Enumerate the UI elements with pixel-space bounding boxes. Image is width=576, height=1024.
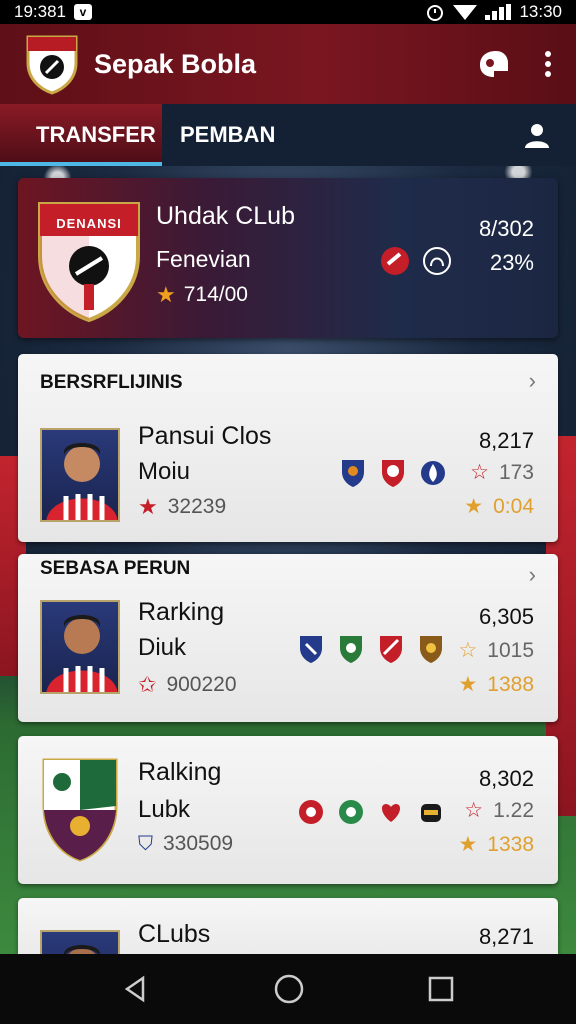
player-name: Ralking (138, 758, 222, 786)
system-nav-bar (0, 954, 576, 1024)
club-badge-icon[interactable] (338, 634, 364, 664)
app-title: Sepak Bobla (94, 48, 257, 79)
club-logo-icon (26, 35, 78, 95)
player-card[interactable]: Ralking Lubk ⛉ 330509 8,302 ☆ 1.22 ★ 133… (18, 736, 558, 884)
player-portrait (40, 428, 120, 522)
club-badge-icon[interactable] (338, 798, 364, 826)
star-outline-icon: ☆ (464, 799, 484, 822)
player-value: 8,217 (478, 428, 534, 453)
club-badge-icon[interactable] (378, 634, 404, 664)
star-icon: ★ (156, 282, 176, 307)
signal-icon (485, 4, 512, 20)
club-name: Uhdak CLub (156, 202, 295, 230)
club-badge-icon[interactable] (420, 458, 446, 488)
club-badge-icon[interactable] (298, 634, 324, 664)
whistle-icon[interactable] (476, 49, 510, 79)
home-icon[interactable] (273, 973, 305, 1005)
tab-pemban[interactable]: PEMBAN (162, 104, 293, 166)
club-value-primary: 8/302 (478, 216, 534, 241)
star-outline-icon: ✩ (138, 672, 157, 697)
club-badge-icon[interactable] (340, 458, 366, 488)
tab-pemban-label: PEMBAN (180, 122, 276, 147)
chevron-right-icon[interactable]: › (529, 368, 536, 394)
more-options-icon[interactable] (544, 50, 552, 78)
player-name: Rarking (138, 598, 225, 626)
heart-badge-icon[interactable] (378, 798, 404, 826)
player-subtitle: Diuk (138, 634, 187, 661)
player-subtitle: Lubk (138, 796, 191, 823)
player-avatar-icon (46, 615, 118, 692)
tab-transfer[interactable]: TRANSFER (0, 104, 162, 166)
player-subtitle: Moiu (138, 458, 191, 485)
star-icon: ★ (464, 495, 484, 518)
player-avatar-icon (46, 443, 118, 520)
player-card[interactable]: BERSRFLIJINIS › Pansui Clos Moiu ★ 32239… (18, 354, 558, 542)
club-badge-icon[interactable] (298, 798, 324, 826)
player-name: Pansui Clos (138, 422, 272, 450)
status-time-right: 13:30 (519, 2, 562, 21)
player-portrait (40, 930, 120, 954)
club-badge-icon[interactable] (380, 458, 406, 488)
crest-text: DENANSI (56, 216, 122, 231)
wifi-icon (453, 5, 478, 20)
club-rating: ★ 714/00 (156, 282, 248, 308)
app-bar: Sepak Bobla (0, 24, 576, 104)
status-bar: 19:381 v 13:30 (0, 0, 576, 24)
section-header: SEBASA PERUN (40, 558, 191, 579)
player-value: 8,302 (478, 766, 534, 791)
star-icon: ★ (458, 833, 478, 856)
player-rating: 32239 (167, 495, 227, 518)
player-rating: 900220 (166, 673, 237, 696)
status-time-left: 19:381 (14, 2, 66, 21)
player-card[interactable]: SEBASA PERUN › Rarking Diuk ✩ 900220 6,3… (18, 554, 558, 722)
player-stat-secondary: 1338 (487, 832, 534, 856)
player-rating: 330509 (163, 832, 234, 855)
chevron-right-icon[interactable]: › (529, 562, 536, 588)
section-header: BERSRFLIJINIS (40, 372, 183, 393)
club-rating-value: 714/00 (183, 283, 248, 306)
club-crest-icon (42, 758, 118, 862)
player-name: CLubs (138, 920, 211, 948)
player-avatar-icon (64, 945, 100, 954)
player-card[interactable]: CLubs 8,271 (18, 898, 558, 954)
tab-transfer-label: TRANSFER (36, 122, 156, 147)
player-stat-primary: 1015 (487, 638, 534, 662)
player-value: 6,305 (478, 604, 534, 629)
player-stat-primary: 1.22 (493, 798, 534, 822)
star-icon: ★ (458, 673, 478, 696)
star-outline-icon: ☆ (470, 461, 489, 484)
star-outline-icon: ☆ (458, 639, 478, 662)
profile-button[interactable] (524, 104, 576, 166)
tab-bar: TRANSFER PEMBAN (0, 104, 576, 166)
player-value: 8,271 (478, 924, 534, 949)
club-hero-card[interactable]: DENANSI Uhdak CLub Fenevian ★ 714/00 8/3… (18, 178, 558, 338)
shield-icon: ⛉ (138, 832, 153, 855)
content-area[interactable]: DENANSI Uhdak CLub Fenevian ★ 714/00 8/3… (0, 166, 576, 954)
whistle-badge-icon[interactable] (380, 246, 410, 276)
star-icon: ★ (138, 494, 158, 519)
alarm-icon (427, 5, 444, 21)
back-icon[interactable] (121, 974, 151, 1004)
kit-badge-icon[interactable] (422, 246, 452, 276)
user-icon (525, 124, 549, 148)
player-stat-secondary: 1388 (487, 672, 534, 696)
club-value-secondary: 23% (489, 250, 534, 275)
club-subtitle: Fenevian (156, 246, 251, 272)
player-portrait (40, 600, 120, 694)
recents-icon[interactable] (427, 975, 455, 1003)
player-stat-secondary: 0:04 (493, 494, 534, 518)
notification-icon: v (74, 4, 92, 20)
club-badge-icon[interactable] (418, 798, 444, 826)
player-stat-primary: 173 (498, 460, 534, 484)
club-badge-icon[interactable] (418, 634, 444, 664)
